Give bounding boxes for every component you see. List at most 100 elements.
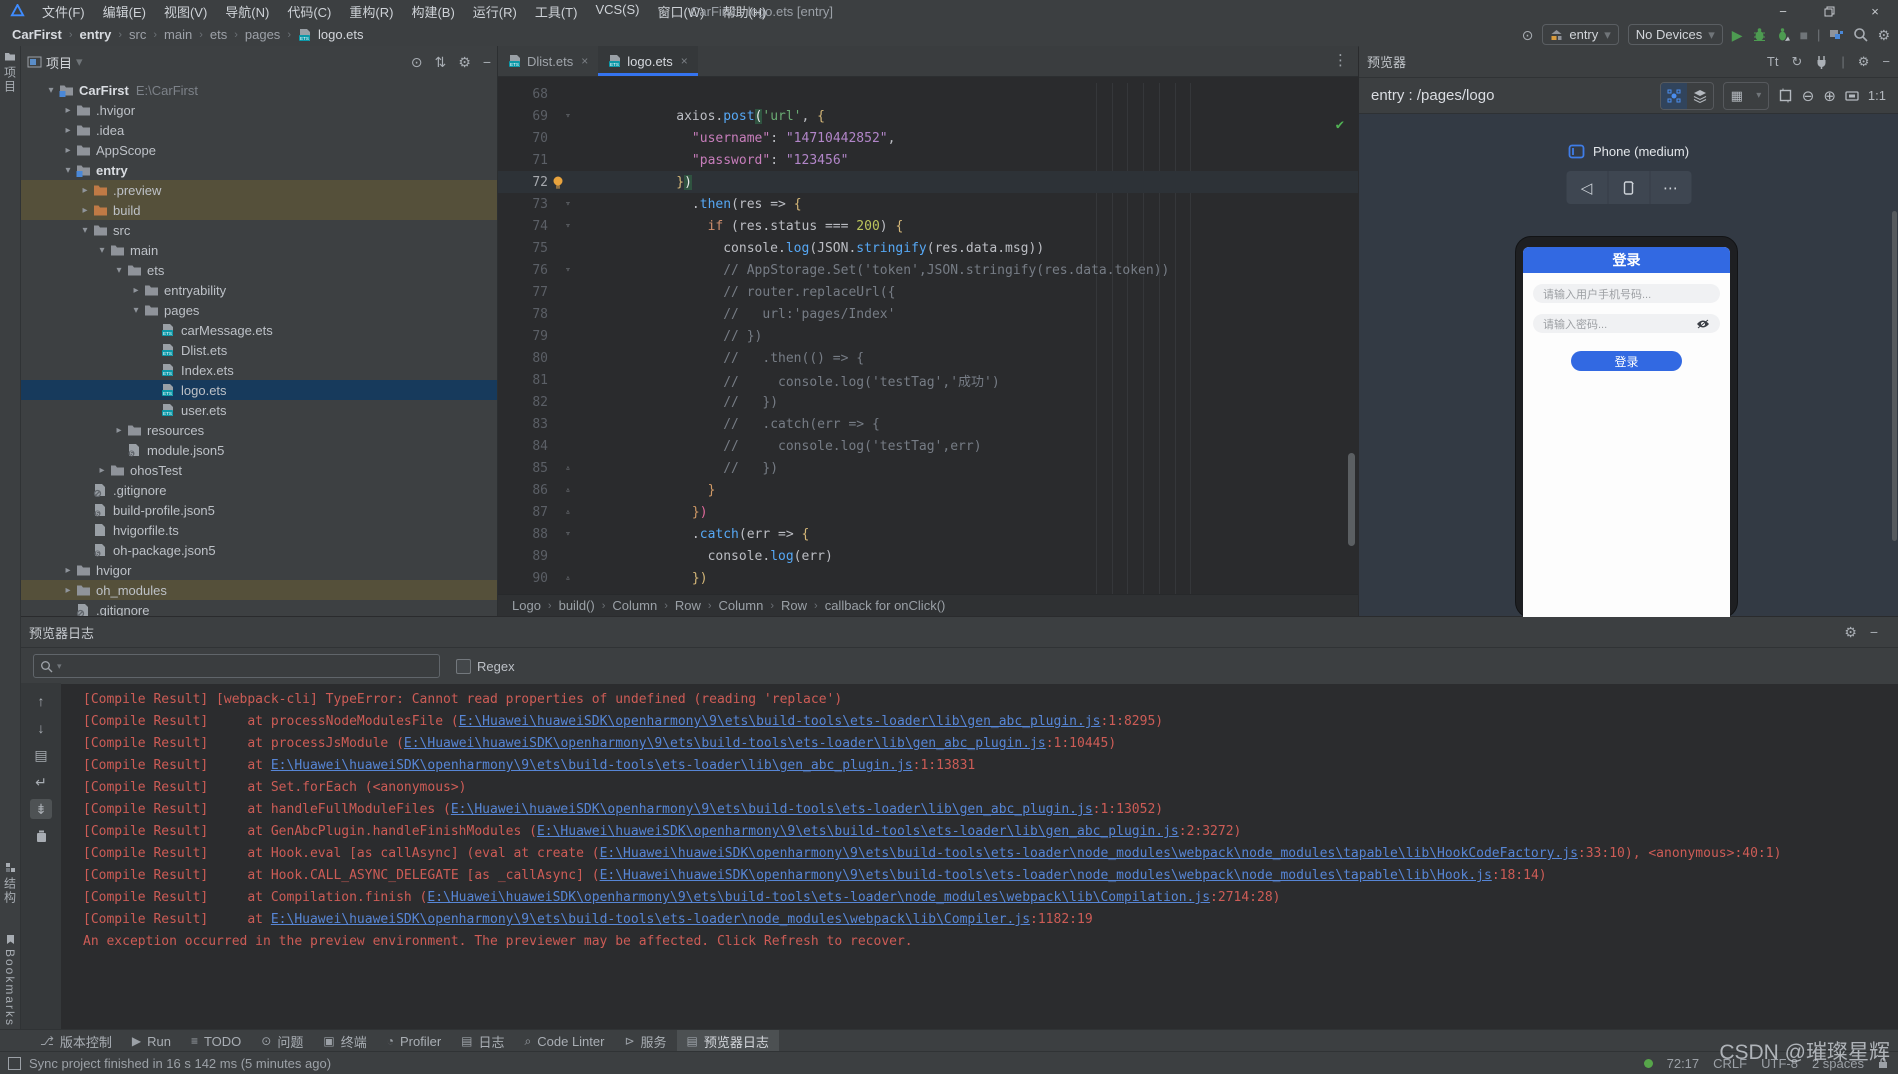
fold-marker-icon[interactable]: ▿: [552, 529, 584, 539]
log-search-box[interactable]: ▾: [33, 654, 440, 678]
tree-item-build-profile.json5[interactable]: 5 build-profile.json5: [21, 500, 497, 520]
log-search-input[interactable]: [65, 657, 439, 675]
plug-icon[interactable]: [1815, 55, 1828, 69]
menu-item-9[interactable]: VCS(S): [586, 2, 648, 21]
panel-options-icon[interactable]: ⚙: [458, 54, 471, 71]
tree-item-.preview[interactable]: ▸ .preview: [21, 180, 497, 200]
fold-marker-icon[interactable]: ▿: [552, 221, 584, 231]
module-selector[interactable]: entry ▾: [1542, 24, 1619, 45]
zoom-out-icon[interactable]: ⊖: [1802, 87, 1815, 105]
close-button[interactable]: ×: [1852, 0, 1898, 23]
tree-item-.gitignore[interactable]: .gitignore: [21, 480, 497, 500]
log-file-link[interactable]: E:\Huawei\huaweiSDK\openharmony\9\ets\bu…: [271, 912, 1030, 927]
tree-item-oh-package.json5[interactable]: 5 oh-package.json5: [21, 540, 497, 560]
tree-item-.gitignore[interactable]: .gitignore: [21, 600, 497, 616]
menu-item-6[interactable]: 构建(B): [402, 2, 463, 21]
editor-breadcrumb-item[interactable]: callback for onClick(): [825, 598, 946, 613]
device-selector[interactable]: No Devices ▾: [1627, 24, 1723, 45]
sidebar-tab-bookmarks[interactable]: Bookmarks: [0, 934, 20, 1027]
log-file-link[interactable]: E:\Huawei\huaweiSDK\openharmony\9\ets\bu…: [600, 846, 1578, 861]
code-editor[interactable]: 68 69 ▿ axios.post('url', {70 "username": …: [498, 77, 1358, 595]
editor-breadcrumb-item[interactable]: Column: [719, 598, 764, 613]
layers-toggle[interactable]: [1687, 83, 1713, 109]
tree-item-user.ets[interactable]: ETS user.ets: [21, 400, 497, 420]
log-file-link[interactable]: E:\Huawei\huaweiSDK\openharmony\9\ets\bu…: [459, 714, 1101, 729]
menu-item-8[interactable]: 工具(T): [526, 2, 587, 21]
tree-item-carMessage.ets[interactable]: ETS carMessage.ets: [21, 320, 497, 340]
preview-more-button[interactable]: ⋯: [1650, 171, 1691, 204]
log-file-link[interactable]: E:\Huawei\huaweiSDK\openharmony\9\ets\bu…: [271, 758, 913, 773]
tree-chevron-icon[interactable]: ▸: [60, 105, 76, 116]
toolwindow-button-服务[interactable]: ⊳ 服务: [614, 1030, 676, 1052]
fold-marker-icon[interactable]: ▵: [552, 463, 584, 473]
tree-item-AppScope[interactable]: ▸ AppScope: [21, 140, 497, 160]
tree-item-ets[interactable]: ▾ ets: [21, 260, 497, 280]
locate-file-icon[interactable]: ⊙: [411, 54, 423, 71]
tree-item-entry[interactable]: ▾ entry: [21, 160, 497, 180]
intention-bulb-icon[interactable]: [552, 175, 584, 189]
fold-marker-icon[interactable]: ▿: [552, 199, 584, 209]
settings-gear-icon[interactable]: ⚙: [1877, 28, 1890, 42]
toolwindow-button-版本控制[interactable]: ⎇ 版本控制: [30, 1030, 122, 1052]
tree-chevron-icon[interactable]: ▸: [94, 465, 110, 476]
run-button[interactable]: ▶: [1732, 28, 1743, 42]
editor-breadcrumb-item[interactable]: Logo: [512, 598, 541, 613]
log-copy-icon[interactable]: ▤: [30, 745, 52, 765]
menu-item-7[interactable]: 运行(R): [464, 2, 526, 21]
toolwindow-button-Profiler[interactable]: ◔ Profiler: [377, 1030, 451, 1052]
breadcrumb-item[interactable]: pages: [245, 27, 280, 42]
close-tab-icon[interactable]: ×: [581, 54, 588, 68]
tree-item-module.json5[interactable]: 5 module.json5: [21, 440, 497, 460]
tree-chevron-icon[interactable]: ▸: [77, 185, 93, 196]
event-log-icon[interactable]: [8, 1056, 21, 1070]
debug-button[interactable]: [1752, 27, 1767, 42]
log-file-link[interactable]: E:\Huawei\huaweiSDK\openharmony\9\ets\bu…: [451, 802, 1093, 817]
device-manager-icon[interactable]: [1829, 28, 1844, 42]
menu-item-2[interactable]: 视图(V): [155, 2, 216, 21]
sidebar-tab-project[interactable]: 项目: [0, 52, 20, 94]
breadcrumb-item[interactable]: main: [164, 27, 192, 42]
tree-chevron-icon[interactable]: ▸: [60, 565, 76, 576]
caret-position[interactable]: 72:17: [1667, 1056, 1700, 1071]
hide-log-icon[interactable]: −: [1870, 624, 1878, 641]
hide-previewer-icon[interactable]: −: [1882, 54, 1890, 69]
tree-item-src[interactable]: ▾ src: [21, 220, 497, 240]
editor-scrollbar[interactable]: [1348, 453, 1355, 546]
close-tab-icon[interactable]: ×: [681, 54, 688, 68]
log-file-link[interactable]: E:\Huawei\huaweiSDK\openharmony\9\ets\bu…: [537, 824, 1179, 839]
sidebar-tab-structure[interactable]: 结构: [0, 862, 20, 905]
editor-breadcrumb-item[interactable]: Row: [781, 598, 807, 613]
menu-item-5[interactable]: 重构(R): [340, 2, 402, 21]
fold-marker-icon[interactable]: ▵: [552, 573, 584, 583]
log-softwrap-icon[interactable]: ↵: [30, 772, 52, 792]
tree-chevron-icon[interactable]: ▾: [94, 245, 110, 256]
previewer-settings-icon[interactable]: ⚙: [1858, 54, 1870, 70]
attach-debugger-button[interactable]: [1776, 27, 1791, 42]
tree-item-ohosTest[interactable]: ▸ ohosTest: [21, 460, 497, 480]
regex-option[interactable]: Regex: [456, 658, 515, 674]
log-file-link[interactable]: E:\Huawei\huaweiSDK\openharmony\9\ets\bu…: [427, 890, 1210, 905]
preview-rotate-button[interactable]: [1608, 171, 1650, 204]
fold-marker-icon[interactable]: ▿: [552, 265, 584, 275]
tree-item-main[interactable]: ▾ main: [21, 240, 497, 260]
tree-chevron-icon[interactable]: ▾: [111, 265, 127, 276]
phone-number-field[interactable]: 请输入用户手机号码...: [1533, 284, 1720, 303]
editor-tab-Dlist.ets[interactable]: ETS Dlist.ets ×: [498, 46, 598, 76]
settings-sync-icon[interactable]: ⊙: [1522, 28, 1534, 42]
minimize-button[interactable]: −: [1760, 0, 1806, 23]
tree-chevron-icon[interactable]: ▾: [128, 305, 144, 316]
toolwindow-button-问题[interactable]: ⊙ 问题: [251, 1030, 313, 1052]
breadcrumb-file[interactable]: logo.ets: [318, 27, 364, 42]
breadcrumb-item[interactable]: ets: [210, 27, 227, 42]
breadcrumb-item[interactable]: src: [129, 27, 146, 42]
tree-item-oh_modules[interactable]: ▸ oh_modules: [21, 580, 497, 600]
refresh-icon[interactable]: ↻: [1791, 54, 1802, 70]
grid-view-button[interactable]: ▦: [1724, 83, 1750, 109]
tree-item-.idea[interactable]: ▸ .idea: [21, 120, 497, 140]
eye-off-icon[interactable]: [1696, 319, 1710, 329]
tab-list-more-icon[interactable]: ⋮: [1333, 51, 1348, 69]
fold-marker-icon[interactable]: ▿: [552, 111, 584, 121]
tree-item-resources[interactable]: ▸ resources: [21, 420, 497, 440]
previewer-scrollbar[interactable]: [1892, 211, 1897, 541]
tree-chevron-icon[interactable]: ▾: [43, 85, 59, 96]
